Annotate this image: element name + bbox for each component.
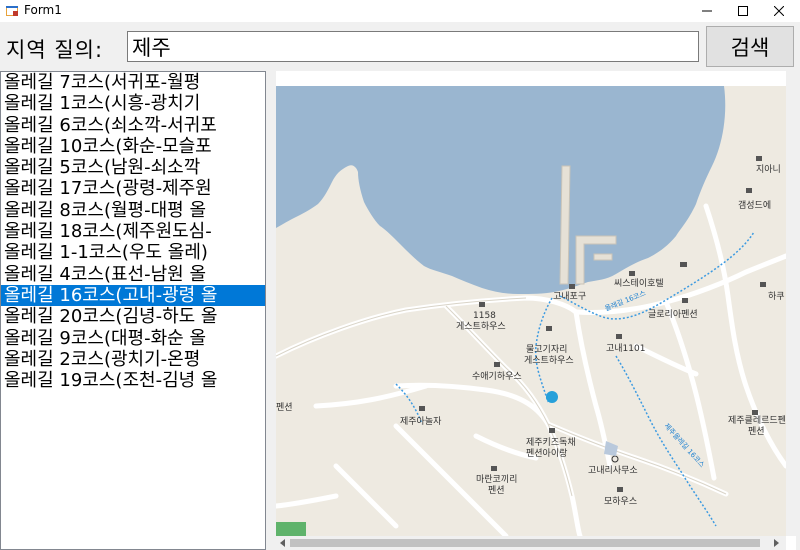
label-port: 고내포구 — [553, 291, 586, 302]
scroll-left-icon[interactable] — [279, 539, 287, 547]
label-kidsb: 펜션아이랑 — [526, 447, 567, 459]
query-input[interactable] — [127, 31, 699, 62]
search-button[interactable]: 검색 — [706, 26, 794, 67]
list-item[interactable]: 올레길 4코스(표선-남원 올 — [1, 264, 265, 285]
map-vertical-scrollbar[interactable] — [786, 71, 796, 536]
map-park — [276, 522, 306, 536]
label-marang: 마란코끼리 — [476, 473, 517, 485]
label-fish: 물고기자리 — [526, 344, 567, 355]
list-item[interactable]: 올레길 9코스(대평-화순 올 — [1, 328, 265, 349]
list-item[interactable]: 올레길 20코스(김녕-하도 올 — [1, 306, 265, 327]
label-suae: 수애기하우스 — [472, 371, 522, 382]
close-button[interactable] — [756, 0, 800, 22]
scrollbar-thumb[interactable] — [290, 539, 760, 547]
label-gonaeri: 고내리사무소 — [588, 465, 638, 476]
close-icon — [774, 6, 784, 16]
label-jiani: 지아니 — [756, 164, 781, 175]
label-jejuclearb: 펜션 — [748, 426, 765, 437]
map-pier2 — [593, 253, 613, 261]
label-gonae1101: 고내1101 — [606, 343, 645, 354]
list-item[interactable]: 올레길 1코스(시흥-광치기 — [1, 93, 265, 114]
list-item[interactable]: 올레길 16코스(고내-광령 올 — [1, 284, 265, 307]
list-item[interactable]: 올레길 18코스(제주원도심- — [1, 221, 265, 242]
list-item[interactable]: 올레길 19코스(조천-김녕 올 — [1, 370, 265, 391]
label-glory: 글로리아펜션 — [648, 309, 698, 320]
list-item[interactable]: 올레길 7코스(서귀포-월평 — [1, 72, 265, 93]
list-item[interactable]: 올레길 1-1코스(우도 올레) — [1, 242, 265, 263]
list-item[interactable]: 올레길 8코스(월평-대평 올 — [1, 200, 265, 221]
label-guest1158b: 게스트하우스 — [456, 321, 506, 332]
label-guest1158: 1158 — [473, 311, 496, 321]
map-breakwater — [559, 165, 571, 285]
label-marangb: 펜션 — [488, 485, 505, 496]
label-pension: 펜션 — [276, 402, 293, 413]
app-icon — [6, 6, 18, 16]
maximize-icon — [738, 6, 748, 16]
list-item[interactable]: 올레길 5코스(남원-쇠소깍 — [1, 157, 265, 178]
query-label: 지역 질의: — [6, 38, 104, 62]
map-canvas[interactable]: 고내포구 씨스테이호텔 지아니 갬성드에 하쿠 글로리아펜션 1158 게스트하… — [276, 86, 786, 536]
title-bar: Form1 — [0, 0, 800, 22]
list-item[interactable]: 올레길 2코스(광치기-온평 — [1, 349, 265, 370]
scroll-right-icon[interactable] — [772, 539, 780, 547]
list-item[interactable]: 올레길 17코스(광령-제주원 — [1, 178, 265, 199]
label-jejunolja: 제주아놀자 — [400, 416, 442, 427]
label-haku: 하쿠 — [768, 291, 785, 302]
label-moha: 모하우스 — [604, 496, 637, 507]
list-item[interactable]: 올레길 6코스(쇠소깍-서귀포 — [1, 115, 265, 136]
map-horizontal-scrollbar[interactable] — [276, 536, 786, 550]
window-title: Form1 — [24, 3, 62, 17]
list-item[interactable]: 올레길 10코스(화순-모슬포 — [1, 136, 265, 157]
label-fishb: 게스트하우스 — [524, 355, 574, 366]
label-jejuclear: 제주클레르드펜 — [728, 415, 786, 426]
course-list[interactable]: 올레길 7코스(서귀포-월평 올레길 1코스(시흥-광치기 올레길 6코스(쇠소깍-… — [0, 71, 266, 550]
label-gaeseong: 갬성드에 — [738, 200, 771, 211]
label-stay: 씨스테이호텔 — [614, 277, 664, 289]
minimize-icon — [702, 10, 712, 12]
map-view[interactable]: 고내포구 씨스테이호텔 지아니 갬성드에 하쿠 글로리아펜션 1158 게스트하… — [276, 71, 796, 550]
label-kids: 제주키즈독채 — [526, 437, 576, 448]
